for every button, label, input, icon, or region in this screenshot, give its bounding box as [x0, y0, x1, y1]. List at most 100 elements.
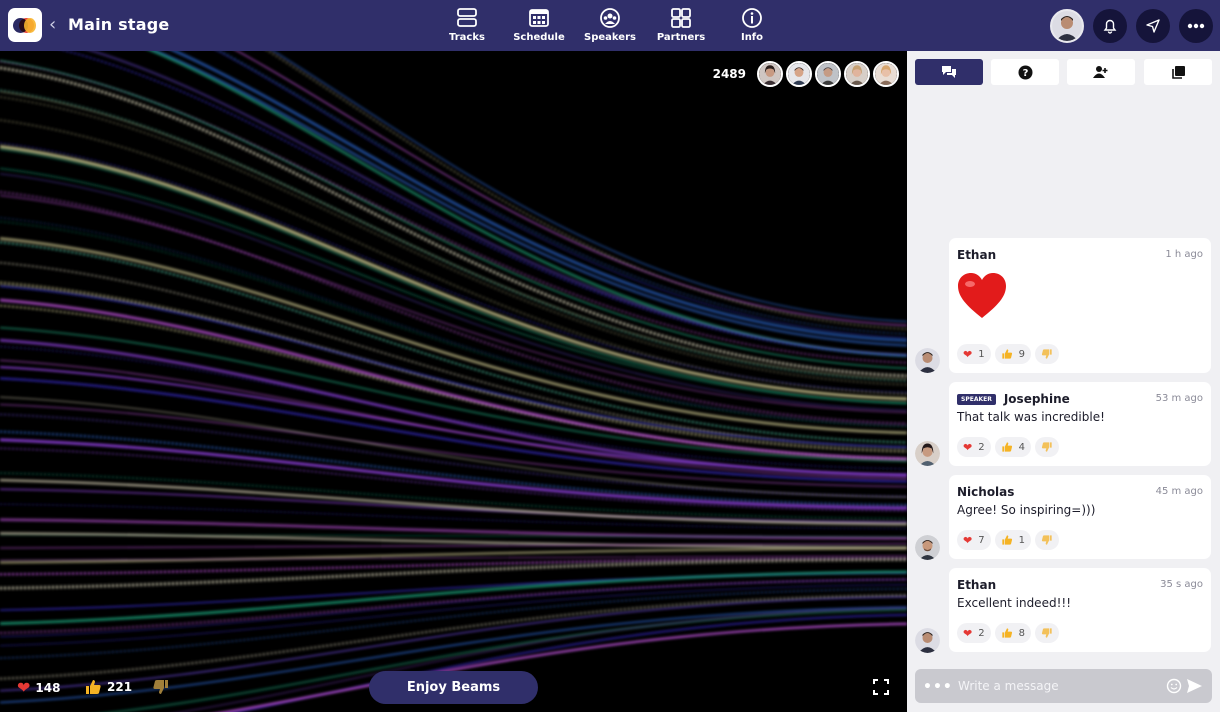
- dislike-chip[interactable]: [1034, 623, 1059, 643]
- dislike-chip[interactable]: [1034, 344, 1059, 364]
- top-bar: ‹ Main stage Tracks Schedule Speakers Pa…: [0, 0, 1220, 51]
- message-time: 45 m ago: [1155, 486, 1203, 497]
- heart-chip-count: 7: [978, 534, 985, 546]
- chat-message: SPEAKER Josephine 53 m ago That talk was …: [949, 382, 1211, 466]
- heart-reaction[interactable]: ❤ 148: [17, 678, 60, 697]
- svg-text:?: ?: [1022, 68, 1028, 79]
- speaker-badge: SPEAKER: [957, 394, 996, 405]
- message-author-name: Josephine: [1003, 392, 1070, 406]
- chat-message: Nicholas 45 m ago Agree! So inspiring=))…: [949, 475, 1211, 559]
- thumbs-down-icon: [1041, 535, 1052, 545]
- nav-tracks[interactable]: Tracks: [432, 8, 502, 43]
- viewer-avatar: [873, 61, 899, 87]
- grid-icon: [671, 8, 691, 28]
- message-avatar[interactable]: [915, 441, 940, 466]
- heart-chip-count: 1: [978, 348, 985, 360]
- thumbs-down-icon: [153, 680, 168, 694]
- beams-video: [0, 51, 907, 712]
- calendar-icon: [529, 9, 549, 27]
- nav-info-label: Info: [740, 32, 764, 43]
- message-text: Agree! So inspiring=))): [957, 503, 1096, 517]
- nav-tracks-label: Tracks: [449, 32, 485, 43]
- heart-chip[interactable]: ❤ 2: [957, 623, 991, 643]
- bell-icon: [1103, 19, 1117, 34]
- message-author: Nicholas: [957, 485, 1015, 499]
- like-chip-count: 8: [1018, 627, 1025, 639]
- thumbs-down-icon: [1041, 628, 1052, 638]
- page-title: Main stage: [68, 15, 170, 34]
- message-reactions: ❤ 2 4: [957, 437, 1059, 457]
- nav-partners[interactable]: Partners: [646, 8, 716, 43]
- viewer-avatar: [815, 61, 841, 87]
- sidebar-tabs: ?: [915, 59, 1212, 85]
- like-chip[interactable]: 9: [994, 344, 1031, 364]
- thumbs-down-icon: [1041, 442, 1052, 452]
- thumbs-down-icon: [1041, 349, 1052, 359]
- speakers-icon: [600, 8, 620, 28]
- send-icon: [1146, 19, 1160, 33]
- message-reactions: ❤ 1 9: [957, 344, 1059, 364]
- message-time: 35 s ago: [1160, 579, 1203, 590]
- more-options-icon[interactable]: •••: [923, 679, 953, 695]
- message-author: Ethan: [957, 248, 997, 262]
- session-title-button[interactable]: Enjoy Beams: [369, 671, 538, 704]
- user-avatar[interactable]: [1050, 9, 1084, 43]
- more-icon: [1187, 23, 1205, 29]
- message-avatar[interactable]: [915, 348, 940, 373]
- thumbs-up-icon: [86, 680, 101, 694]
- like-chip-count: 4: [1018, 441, 1025, 453]
- like-reaction[interactable]: 221: [84, 678, 132, 696]
- nav-speakers[interactable]: Speakers: [575, 8, 645, 43]
- message-time: 1 h ago: [1165, 249, 1203, 260]
- chat-sidebar: ? Ethan 1 h ago ❤ 1 9 SPEAKER Josephine 53…: [907, 51, 1220, 712]
- message-avatar[interactable]: [915, 535, 940, 560]
- tab-people[interactable]: [1067, 59, 1135, 85]
- fullscreen-icon[interactable]: [873, 679, 889, 695]
- nav-info[interactable]: Info: [717, 8, 787, 43]
- heart-emoji: [958, 273, 1006, 318]
- heart-icon: ❤: [17, 678, 31, 697]
- back-chevron-icon[interactable]: ‹: [49, 14, 56, 35]
- like-count: 221: [107, 680, 133, 694]
- share-button[interactable]: [1136, 9, 1170, 43]
- heart-chip-count: 2: [978, 441, 985, 453]
- chat-message: Ethan 1 h ago ❤ 1 9: [949, 238, 1211, 373]
- video-stage[interactable]: 2489 ❤ 148 221 Enjoy Beams: [0, 51, 907, 712]
- message-time: 53 m ago: [1155, 393, 1203, 404]
- emoji-icon[interactable]: [1166, 678, 1182, 694]
- people-icon: [1093, 66, 1108, 78]
- nav-schedule[interactable]: Schedule: [504, 8, 574, 43]
- message-input[interactable]: Write a message: [958, 679, 1059, 693]
- heart-chip[interactable]: ❤ 2: [957, 437, 991, 457]
- copy-icon: [1171, 65, 1185, 79]
- dislike-chip[interactable]: [1034, 437, 1059, 457]
- message-text: That talk was incredible!: [957, 410, 1105, 424]
- like-chip[interactable]: 8: [994, 623, 1031, 643]
- thumbs-up-icon: [1001, 628, 1012, 638]
- message-avatar[interactable]: [915, 628, 940, 653]
- heart-chip[interactable]: ❤ 7: [957, 530, 991, 550]
- nav-schedule-label: Schedule: [513, 32, 565, 43]
- dislike-chip[interactable]: [1034, 530, 1059, 550]
- dislike-reaction[interactable]: [152, 678, 170, 696]
- app-logo[interactable]: [8, 8, 42, 42]
- viewer-count: 2489: [712, 67, 746, 81]
- message-composer[interactable]: ••• Write a message: [915, 669, 1212, 703]
- send-message-icon[interactable]: [1186, 678, 1203, 694]
- viewer-avatar: [786, 61, 812, 87]
- like-chip[interactable]: 1: [994, 530, 1031, 550]
- heart-count: 148: [35, 680, 61, 695]
- stage-controls: ❤ 148 221 Enjoy Beams: [0, 662, 907, 712]
- notifications-button[interactable]: [1093, 9, 1127, 43]
- tab-copy[interactable]: [1144, 59, 1212, 85]
- tracks-icon: [457, 8, 477, 27]
- chat-message: Ethan 35 s ago Excellent indeed!!! ❤ 2 8: [949, 568, 1211, 652]
- heart-chip[interactable]: ❤ 1: [957, 344, 991, 364]
- viewer-avatar: [844, 61, 870, 87]
- nav-partners-label: Partners: [656, 32, 706, 43]
- more-button[interactable]: [1179, 9, 1213, 43]
- tab-questions[interactable]: ?: [991, 59, 1059, 85]
- tab-chat[interactable]: [915, 59, 983, 85]
- message-text: Excellent indeed!!!: [957, 596, 1071, 610]
- like-chip[interactable]: 4: [994, 437, 1031, 457]
